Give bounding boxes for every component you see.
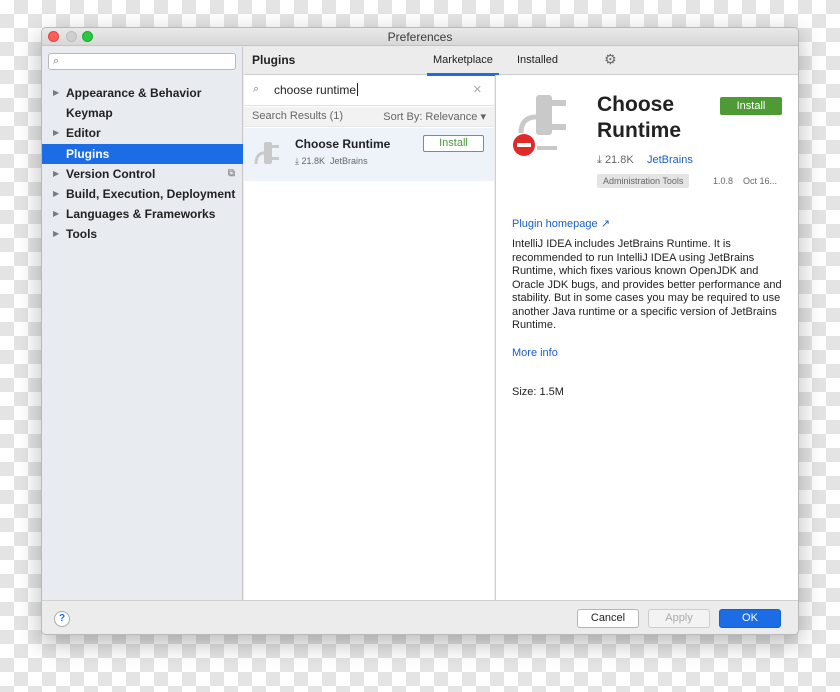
clear-search-icon[interactable]: ✕ <box>473 83 482 96</box>
external-link-icon: ↗ <box>600 218 610 230</box>
more-info-link[interactable]: More info <box>512 347 558 359</box>
download-icon: ⤓ <box>295 156 299 166</box>
apply-button[interactable]: Apply <box>648 609 710 628</box>
plugin-downloads: ⤓ 21.8K <box>597 154 634 166</box>
plugin-name: Choose Runtime <box>295 137 391 151</box>
plugin-homepage-link[interactable]: Plugin homepage ↗ <box>512 217 610 230</box>
category-tag[interactable]: Administration Tools <box>597 174 690 188</box>
sidebar-item-plugins[interactable]: Plugins <box>42 144 243 164</box>
help-button[interactable]: ? <box>54 611 70 627</box>
project-settings-icon: ⧉ <box>227 168 235 179</box>
sidebar-item-languages[interactable]: ▶ Languages & Frameworks <box>42 204 243 224</box>
search-icon: ⌕ <box>253 83 260 95</box>
plug-disabled-icon <box>513 95 566 156</box>
ok-button[interactable]: OK <box>719 609 781 628</box>
sidebar-item-label: Plugins <box>66 147 110 161</box>
plugin-version: 1.0.8 <box>713 176 734 186</box>
sidebar-item-label: Keymap <box>66 106 113 120</box>
plugin-list-panel: ⌕ choose runtime ✕ Search Results (1) So… <box>244 47 494 600</box>
gear-icon[interactable]: ⚙ <box>604 51 617 68</box>
tab-marketplace[interactable]: Marketplace <box>427 54 499 76</box>
plugin-downloads: 21.8K <box>301 156 326 166</box>
plugin-detail-panel: Choose Runtime Install ⤓ 21.8K JetBrains… <box>495 75 798 600</box>
cancel-button[interactable]: Cancel <box>577 609 639 628</box>
sidebar-item-editor[interactable]: ▶ Editor <box>42 123 243 143</box>
plugins-header: Plugins Marketplace Installed ⚙ <box>244 47 798 76</box>
download-icon: ⤓ <box>597 154 602 166</box>
sidebar-item-keymap[interactable]: Keymap <box>42 103 243 123</box>
plugin-meta: ⤓ 21.8K JetBrains <box>295 156 368 167</box>
sort-dropdown[interactable]: Sort By: Relevance ▾ <box>383 110 486 123</box>
sidebar-item-appearance[interactable]: ▶ Appearance & Behavior <box>42 83 243 103</box>
search-icon: ⌕ <box>53 55 60 67</box>
expand-arrow-icon[interactable]: ▶ <box>53 164 59 184</box>
sidebar-item-label: Appearance & Behavior <box>66 86 202 100</box>
window-title: Preferences <box>387 30 453 44</box>
sidebar-item-version-control[interactable]: ▶ Version Control ⧉ <box>42 164 243 184</box>
plugin-date: Oct 16... <box>743 176 778 186</box>
sidebar-item-label: Build, Execution, Deployment <box>66 187 236 201</box>
plug-icon <box>254 142 279 165</box>
search-query: choose runtime <box>274 83 357 97</box>
plugin-search-input[interactable]: ⌕ choose runtime ✕ <box>244 75 494 106</box>
dialog-footer: ? Cancel Apply OK <box>42 600 798 634</box>
sidebar-item-tools[interactable]: ▶ Tools <box>42 224 243 244</box>
vendor-link[interactable]: JetBrains <box>647 154 693 166</box>
results-count: Search Results (1) <box>252 110 344 122</box>
sidebar-item-label: Editor <box>66 126 101 140</box>
plugin-size: Size: 1.5M <box>512 386 564 398</box>
page-title: Plugins <box>252 53 296 67</box>
sidebar-search-input[interactable]: ⌕ <box>48 53 236 70</box>
sidebar-item-label: Languages & Frameworks <box>66 207 216 221</box>
settings-sidebar: ⌕ ▶ Appearance & Behavior Keymap ▶ Edito… <box>42 47 243 600</box>
results-bar: Search Results (1) Sort By: Relevance ▾ <box>244 107 494 127</box>
text-caret <box>357 83 359 96</box>
tab-installed[interactable]: Installed <box>517 54 558 66</box>
preferences-window: Preferences ⌕ ▶ Appearance & Behavior Ke… <box>41 27 799 635</box>
plugin-description: IntelliJ IDEA includes JetBrains Runtime… <box>512 238 782 331</box>
sidebar-item-build[interactable]: ▶ Build, Execution, Deployment <box>42 184 243 204</box>
plugin-vendor: JetBrains <box>330 156 368 166</box>
plugin-detail-name: Choose Runtime <box>597 93 681 142</box>
install-button[interactable]: Install <box>423 135 484 152</box>
title-bar: Preferences <box>42 28 798 46</box>
sidebar-item-label: Tools <box>66 227 98 241</box>
expand-arrow-icon[interactable]: ▶ <box>53 204 59 224</box>
expand-arrow-icon[interactable]: ▶ <box>53 184 59 204</box>
sidebar-item-label: Version Control <box>66 167 156 181</box>
expand-arrow-icon[interactable]: ▶ <box>53 123 59 143</box>
sort-label: Sort By: Relevance <box>383 111 478 123</box>
expand-arrow-icon[interactable]: ▶ <box>53 83 59 103</box>
install-button[interactable]: Install <box>720 97 782 115</box>
chevron-down-icon: ▾ <box>480 111 486 123</box>
expand-arrow-icon[interactable]: ▶ <box>53 224 59 244</box>
plugin-result-row[interactable]: Choose Runtime ⤓ 21.8K JetBrains Install <box>244 128 494 181</box>
